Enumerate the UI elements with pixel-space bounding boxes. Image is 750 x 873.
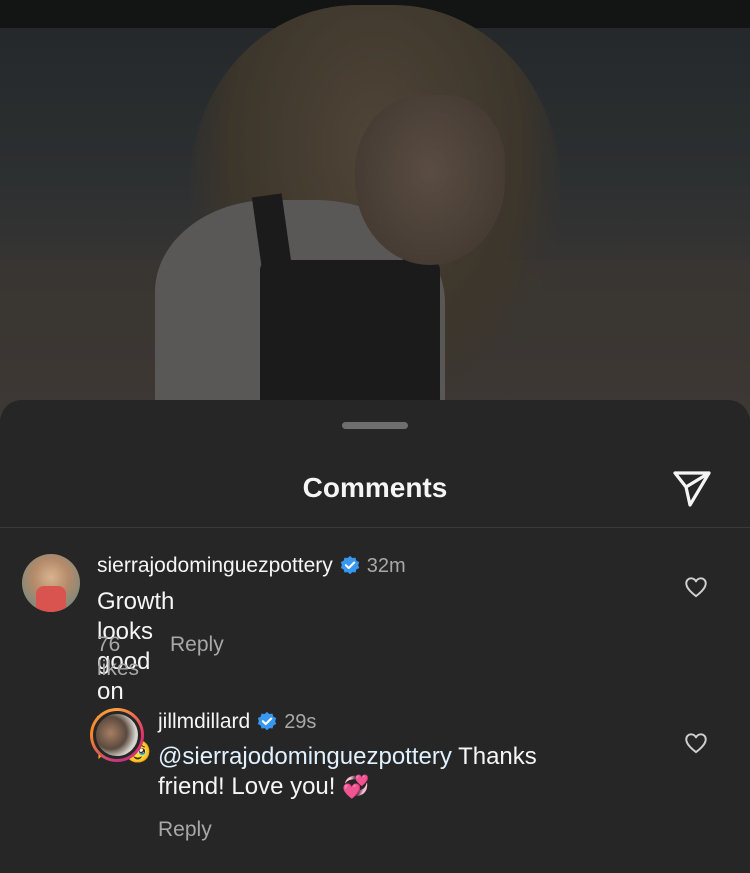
likes-count[interactable]: 76 likes	[97, 633, 139, 681]
comment-meta: jillmdillard 29s	[158, 710, 316, 734]
avatar	[93, 711, 141, 759]
comment-text: Thanks	[451, 743, 537, 770]
send-icon[interactable]	[670, 465, 714, 509]
comment-username[interactable]: jillmdillard	[158, 710, 250, 734]
comment-time: 32m	[366, 554, 406, 577]
heart-icon[interactable]	[683, 574, 709, 600]
comment-meta: sierrajodominguezpottery 32m	[97, 554, 406, 578]
comment-actions: Reply	[158, 818, 212, 842]
mention-link[interactable]: @sierrajodominguezpottery	[158, 743, 452, 770]
header-divider	[0, 527, 750, 528]
comments-sheet: Comments sierrajodominguezpottery 32m Gr…	[0, 400, 750, 873]
reply-button[interactable]: Reply	[158, 818, 212, 842]
sheet-drag-handle[interactable]	[342, 422, 408, 429]
story-ring-avatar[interactable]	[90, 708, 144, 762]
comment-username[interactable]: sierrajodominguezpottery	[97, 554, 333, 578]
comment-actions: 76 likes Reply	[97, 633, 224, 681]
comment-emojis: 💞	[342, 775, 370, 800]
sheet-title: Comments	[302, 472, 448, 503]
verified-badge-icon	[258, 711, 277, 731]
comment-time: 29s	[284, 710, 317, 733]
heart-icon[interactable]	[683, 730, 709, 756]
reply-button[interactable]: Reply	[170, 633, 224, 681]
avatar[interactable]	[22, 554, 80, 612]
comment-text-block: @sierrajodominguezpottery Thanks friend!…	[158, 742, 638, 803]
verified-badge-icon	[340, 555, 359, 575]
background-post-photo	[0, 0, 750, 420]
comment-text-line2: friend! Love you!	[158, 773, 336, 800]
